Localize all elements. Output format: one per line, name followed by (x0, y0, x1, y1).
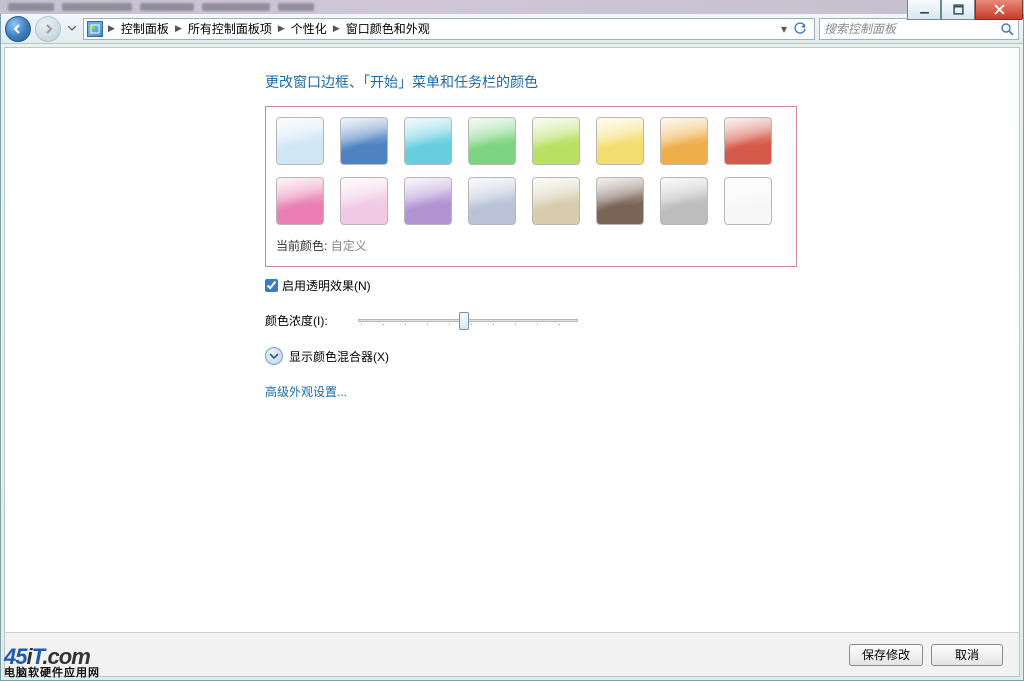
breadcrumb-item[interactable]: 控制面板 (120, 20, 170, 37)
search-placeholder: 搜索控制面板 (824, 20, 996, 37)
color-swatch[interactable] (340, 177, 388, 225)
color-swatch[interactable] (596, 177, 644, 225)
show-mixer-label: 显示颜色混合器(X) (289, 348, 389, 365)
color-swatch[interactable] (404, 117, 452, 165)
color-swatch[interactable] (468, 177, 516, 225)
address-bar[interactable]: ▶ 控制面板 ▶ 所有控制面板项 ▶ 个性化 ▶ 窗口颜色和外观 ▾ (83, 18, 815, 40)
titlebar-blurred (0, 0, 1024, 14)
navbar: ▶ 控制面板 ▶ 所有控制面板项 ▶ 个性化 ▶ 窗口颜色和外观 ▾ 搜索控制面… (1, 14, 1023, 44)
intensity-slider[interactable] (358, 319, 578, 322)
client-area: 更改窗口边框、「开始」菜单和任务栏的颜色 当前颜色: 自定义 启用透明效果(N)… (4, 47, 1020, 677)
chevron-right-icon[interactable]: ▶ (330, 23, 343, 34)
chevron-right-icon[interactable]: ▶ (105, 23, 118, 34)
footer-bar: 保存修改 取消 (5, 632, 1019, 676)
color-swatch[interactable] (532, 117, 580, 165)
search-icon (1000, 22, 1014, 36)
color-swatch[interactable] (276, 117, 324, 165)
save-button[interactable]: 保存修改 (849, 644, 923, 666)
page-heading: 更改窗口边框、「开始」菜单和任务栏的颜色 (265, 72, 1019, 92)
color-swatch[interactable] (404, 177, 452, 225)
breadcrumb-item[interactable]: 所有控制面板项 (187, 20, 273, 37)
forward-button[interactable] (35, 16, 61, 42)
chevron-right-icon[interactable]: ▶ (172, 23, 185, 34)
color-swatch[interactable] (724, 177, 772, 225)
enable-transparency-label: 启用透明效果(N) (282, 277, 371, 294)
watermark: 45iT.com 电脑软硬件应用网 (0, 644, 104, 681)
breadcrumb-item[interactable]: 个性化 (290, 20, 328, 37)
color-swatch[interactable] (532, 177, 580, 225)
show-mixer-row[interactable]: 显示颜色混合器(X) (265, 347, 797, 365)
watermark-sub: 电脑软硬件应用网 (4, 668, 100, 679)
maximize-button[interactable] (941, 0, 975, 20)
color-swatch[interactable] (660, 177, 708, 225)
close-button[interactable] (975, 0, 1023, 20)
window-controls (907, 0, 1023, 20)
color-swatch[interactable] (276, 177, 324, 225)
chevron-down-icon[interactable] (265, 347, 283, 365)
current-color-line: 当前颜色: 自定义 (276, 237, 786, 254)
refresh-icon[interactable] (793, 22, 807, 36)
current-color-value: 自定义 (331, 239, 367, 253)
search-box[interactable]: 搜索控制面板 (819, 18, 1019, 40)
enable-transparency-checkbox[interactable] (265, 279, 278, 292)
enable-transparency-row[interactable]: 启用透明效果(N) (265, 277, 797, 294)
color-swatch[interactable] (340, 117, 388, 165)
color-swatch[interactable] (660, 117, 708, 165)
current-color-label: 当前颜色: (276, 239, 327, 253)
history-dropdown[interactable] (65, 17, 79, 41)
color-swatch[interactable] (596, 117, 644, 165)
intensity-slider-thumb[interactable] (459, 312, 469, 330)
minimize-button[interactable] (907, 0, 941, 20)
address-dropdown-icon[interactable]: ▾ (781, 22, 787, 36)
chevron-right-icon[interactable]: ▶ (275, 23, 288, 34)
intensity-row: 颜色浓度(I): (265, 312, 797, 329)
cancel-button[interactable]: 取消 (931, 644, 1003, 666)
color-swatch[interactable] (724, 117, 772, 165)
color-swatch[interactable] (468, 117, 516, 165)
advanced-appearance-link[interactable]: 高级外观设置... (265, 383, 797, 400)
breadcrumb-item[interactable]: 窗口颜色和外观 (345, 20, 431, 37)
color-swatch-frame: 当前颜色: 自定义 (265, 106, 797, 267)
intensity-label: 颜色浓度(I): (265, 312, 328, 329)
back-button[interactable] (5, 16, 31, 42)
control-panel-icon (87, 21, 103, 37)
